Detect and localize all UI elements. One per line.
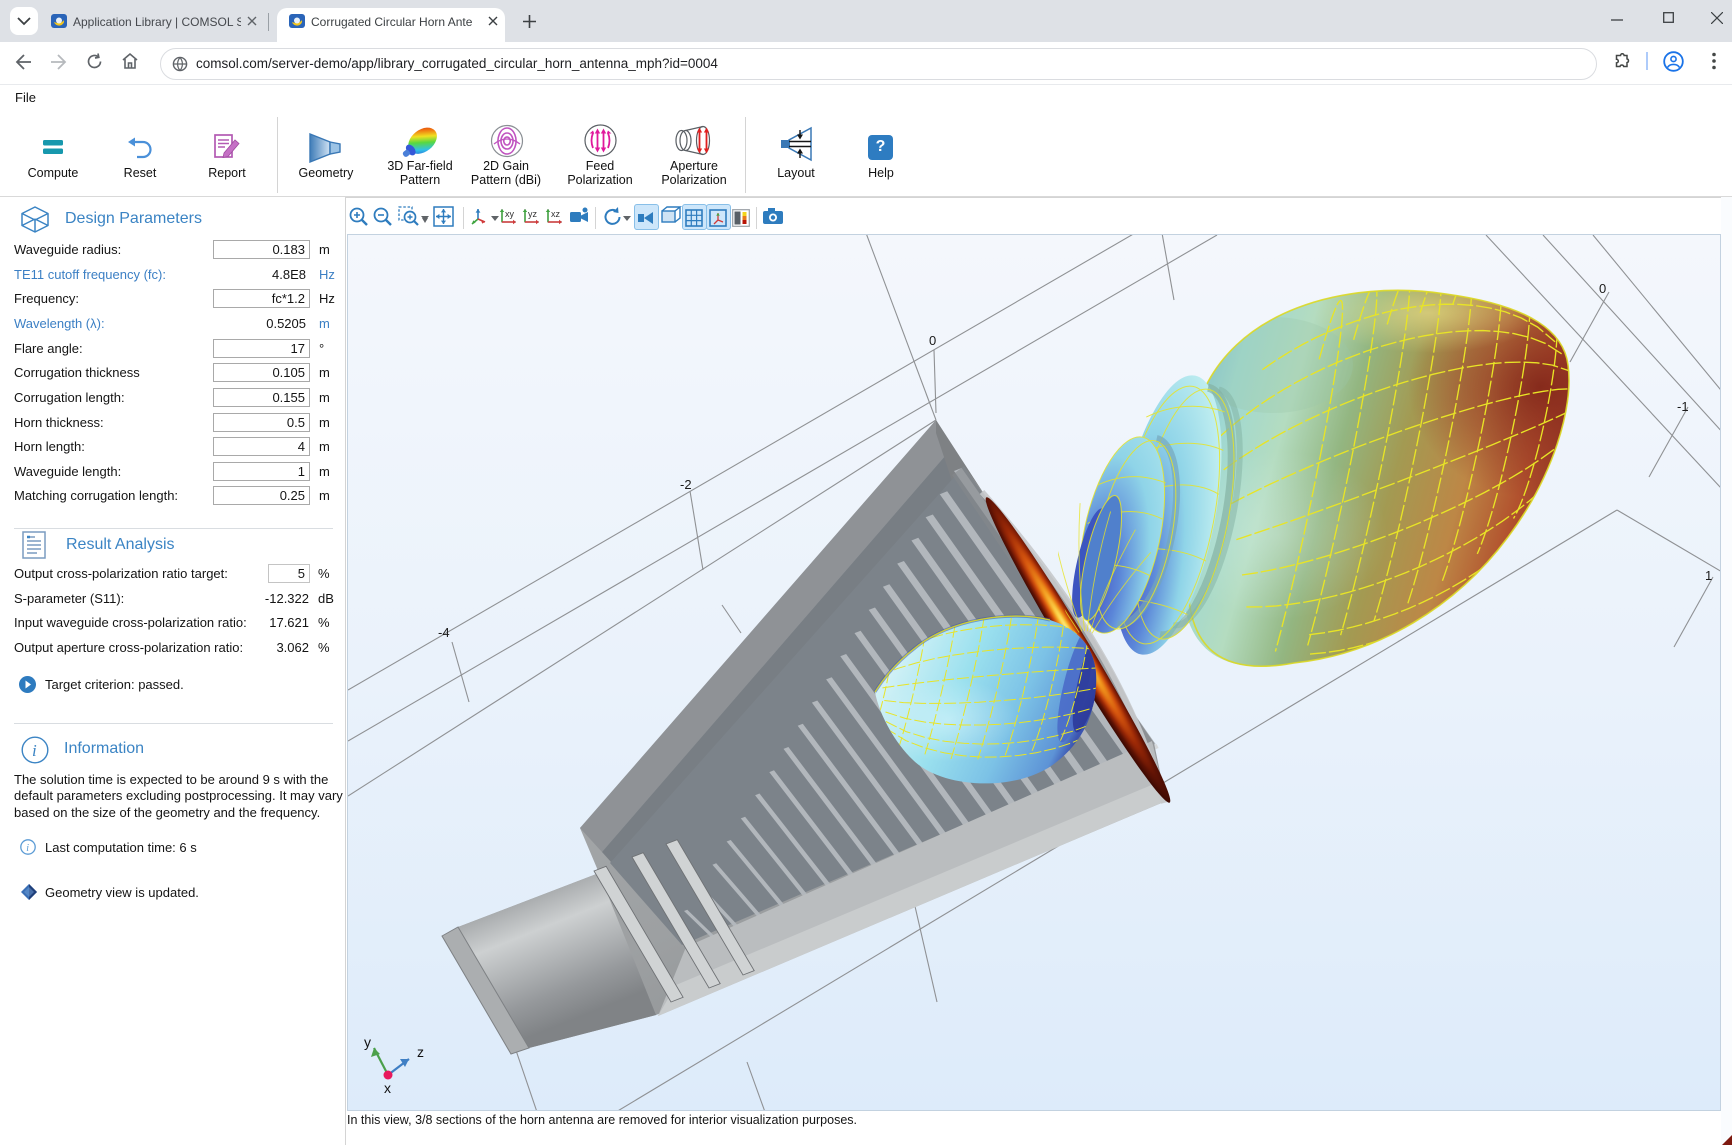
svg-text:xy: xy [505, 209, 515, 219]
svg-text:y: y [364, 1034, 371, 1050]
svg-text:x: x [384, 1080, 391, 1096]
svg-text:-1: -1 [1677, 399, 1689, 414]
svg-text:i: i [26, 843, 29, 854]
svg-text:yz: yz [528, 209, 538, 219]
svg-text:-4: -4 [438, 625, 450, 640]
svg-text:xz: xz [551, 209, 561, 219]
svg-text:0: 0 [1599, 281, 1606, 296]
svg-text:-2: -2 [680, 477, 692, 492]
svg-text:1: 1 [1705, 568, 1712, 583]
svg-text:0: 0 [929, 333, 936, 348]
svg-text:z: z [417, 1044, 424, 1060]
svg-text:i: i [32, 741, 37, 760]
